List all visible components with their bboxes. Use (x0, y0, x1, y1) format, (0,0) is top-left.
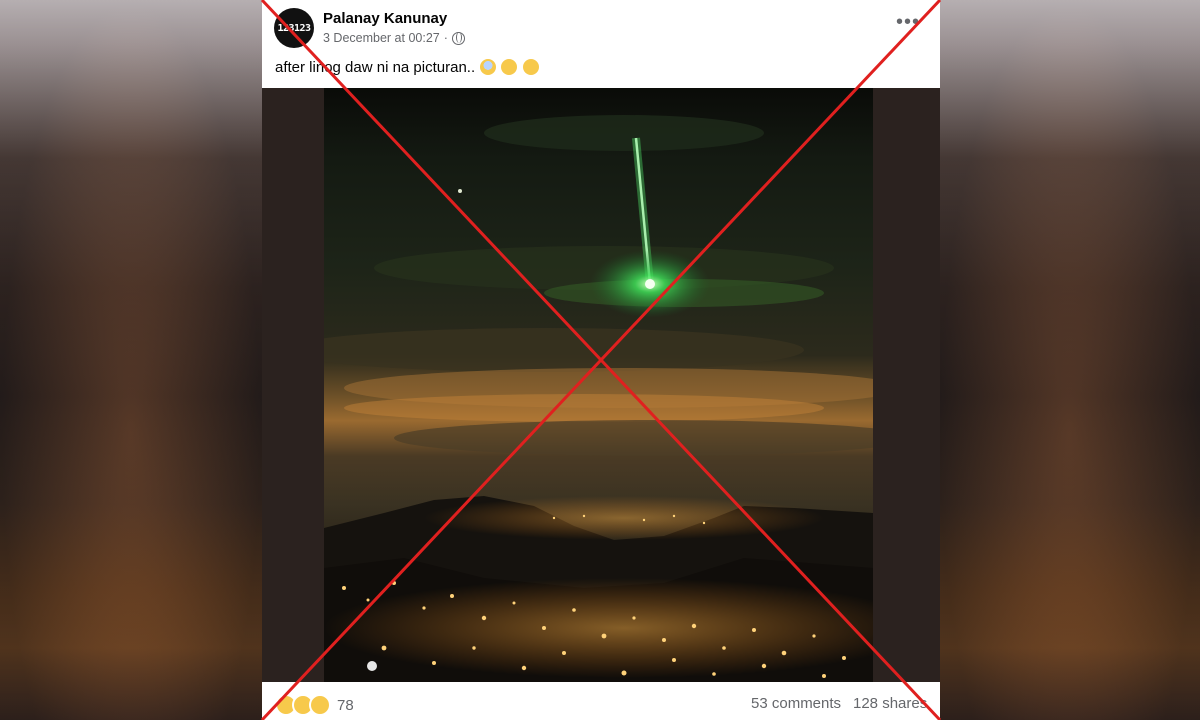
reaction-count: 78 (337, 696, 354, 714)
author-avatar[interactable]: 123123 (274, 8, 314, 48)
shares-count-link[interactable]: 128 shares (853, 695, 927, 712)
meteor-photo (324, 88, 873, 682)
background-left-blur (0, 0, 262, 720)
post-meta: 3 December at 00:27 · (323, 31, 465, 45)
reactions-summary[interactable]: 78 (275, 694, 354, 716)
caption-text: after linog daw ni na picturan.. (275, 59, 476, 76)
scream-emoji-icon (480, 59, 497, 75)
author-name[interactable]: Palanay Kanunay (323, 10, 447, 27)
meta-separator: · (443, 31, 448, 45)
comments-count-link[interactable]: 53 comments (751, 695, 841, 712)
avatar-text: 123123 (277, 22, 311, 34)
post-timestamp[interactable]: 3 December at 00:27 (323, 31, 440, 45)
crying-emoji-icon (501, 59, 518, 75)
post-photo[interactable] (262, 88, 940, 682)
globe-icon[interactable] (451, 31, 465, 45)
meteor-night-sky-image (324, 88, 873, 682)
facebook-post-card: 123123 Palanay Kanunay 3 December at 00:… (262, 0, 940, 720)
sad-reaction-icon (309, 694, 331, 716)
more-options-icon[interactable]: ••• (896, 12, 920, 32)
sad-emoji-icon (522, 59, 539, 75)
background-right-blur (938, 0, 1200, 720)
post-caption: after linog daw ni na picturan.. (275, 59, 539, 76)
